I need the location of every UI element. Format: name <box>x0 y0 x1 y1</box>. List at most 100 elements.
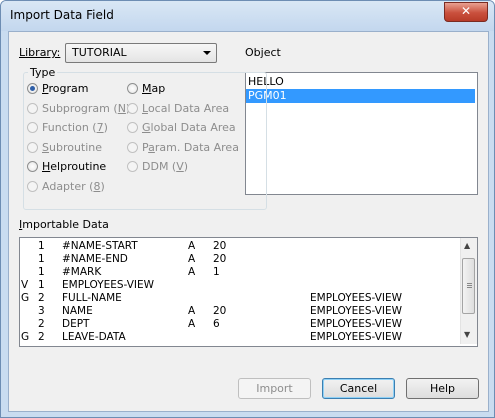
type-option-right-2: Global Data Area <box>142 121 236 134</box>
close-button[interactable]: ✕ <box>444 2 488 22</box>
scroll-up-icon[interactable]: ▲ <box>464 241 470 250</box>
object-list[interactable]: HELLO PGM01 <box>245 72 478 195</box>
cell-length: 20 <box>213 305 227 317</box>
cell-level: 2 <box>38 292 45 304</box>
table-row[interactable]: 1 #NAME-START A 20 <box>20 240 460 253</box>
cell-view: EMPLOYEES-VIEW <box>310 292 403 304</box>
type-group-label: Type <box>28 66 58 79</box>
library-label-text: Library: <box>19 46 61 59</box>
cell-flag: G <box>21 292 30 304</box>
radio-right-1-icon <box>127 102 138 114</box>
radio-left-1-icon <box>27 102 38 114</box>
radio-left-3-icon <box>27 141 38 153</box>
cell-name: #MARK <box>62 266 102 278</box>
type-option-mnemonic: S <box>42 140 49 154</box>
type-option-right-4: DDM (V) <box>142 160 188 173</box>
cell-level: 1 <box>38 253 45 265</box>
type-option-text: DDM ( <box>142 160 177 173</box>
type-option-text: Function ( <box>42 121 97 134</box>
help-button[interactable]: Help <box>406 378 479 399</box>
dialog-body: Library: TUTORIAL Object HELLO PGM01 Typ… <box>8 31 489 412</box>
scrollbar-thumb[interactable] <box>462 258 475 314</box>
type-option-text: ram. Data Area <box>154 140 239 154</box>
cell-length: 20 <box>213 240 227 252</box>
type-option-mnemonic: 7 <box>96 121 104 134</box>
library-value: TUTORIAL <box>72 46 127 59</box>
table-row[interactable]: G 2 FULL-NAME EMPLOYEES-VIEW <box>20 292 460 305</box>
type-option-mnemonic: G <box>142 121 151 134</box>
radio-left-5-icon <box>27 180 38 192</box>
type-option-text: lobal Data Area <box>150 121 236 134</box>
type-option-text: Adapter ( <box>42 179 94 193</box>
type-option-left-4[interactable]: Helproutine <box>42 160 106 173</box>
library-label: Library: <box>19 46 60 59</box>
cell-format: A <box>188 318 196 330</box>
cancel-button[interactable]: Cancel <box>322 378 395 399</box>
type-option-left-2: Function (7) <box>42 121 108 134</box>
radio-left-0-icon[interactable] <box>27 83 38 94</box>
import-button[interactable]: Import <box>238 378 311 399</box>
dialog-title: Import Data Field <box>10 8 114 22</box>
object-item-hello[interactable]: HELLO <box>246 75 475 89</box>
grip-line <box>467 287 472 288</box>
cell-view: EMPLOYEES-VIEW <box>310 318 403 330</box>
grip-line <box>467 283 472 284</box>
library-combobox[interactable]: TUTORIAL <box>65 43 217 63</box>
type-option-text: ocal Data Area <box>147 101 230 115</box>
vertical-scrollbar[interactable]: ▲ ▼ <box>460 238 477 344</box>
object-label: Object <box>245 46 281 59</box>
radio-left-4-icon[interactable] <box>27 161 38 172</box>
importable-data-label-rest: mportable Data <box>22 218 109 231</box>
cell-level: 1 <box>38 266 45 278</box>
type-option-right-1: Local Data Area <box>142 102 229 115</box>
type-option-text: ) <box>100 179 105 193</box>
type-option-text: Subprogram ( <box>42 101 118 115</box>
type-option-text: ubroutine <box>48 140 103 154</box>
type-option-text: rogram <box>48 82 89 95</box>
importable-data-list[interactable]: 1 #NAME-START A 20 1 #NAME-END A 20 1 #MARK A 1 V 1 EM… <box>19 237 478 347</box>
cell-flag: G <box>21 331 30 343</box>
table-row[interactable]: 2 DEPT A 6 EMPLOYEES-VIEW <box>20 318 460 331</box>
chevron-down-icon <box>203 51 211 55</box>
cell-format: A <box>188 266 196 278</box>
table-row[interactable]: 1 #MARK A 1 <box>20 266 460 279</box>
cell-level: 2 <box>38 331 45 343</box>
table-row[interactable]: V 1 EMPLOYEES-VIEW <box>20 279 460 292</box>
cell-name: LEAVE-DATA <box>62 331 126 343</box>
radio-right-4-icon <box>127 161 138 172</box>
cell-name: #NAME-END <box>62 253 128 265</box>
cell-length: 20 <box>213 253 227 265</box>
table-row[interactable]: 3 NAME A 20 EMPLOYEES-VIEW <box>20 305 460 318</box>
type-option-mnemonic: N <box>117 101 126 115</box>
radio-right-0-icon[interactable] <box>127 83 138 94</box>
importable-data-label: Importable Data <box>19 218 109 231</box>
type-option-right-3: Param. Data Area <box>142 141 239 154</box>
cell-level: 1 <box>38 279 45 291</box>
type-option-mnemonic: a <box>148 140 155 154</box>
radio-right-2-icon <box>127 122 138 133</box>
type-option-text: ) <box>183 160 189 173</box>
type-option-left-0[interactable]: Program <box>42 82 88 95</box>
type-option-left-3: Subroutine <box>42 141 102 154</box>
cell-level: 3 <box>38 305 45 317</box>
cell-name: #NAME-START <box>62 240 138 252</box>
type-option-left-5: Adapter (8) <box>42 180 105 193</box>
title-bar[interactable]: Import Data Field ✕ <box>1 1 494 31</box>
cell-name: EMPLOYEES-VIEW <box>62 279 155 291</box>
cell-length: 6 <box>213 318 220 330</box>
cell-name: NAME <box>62 305 93 317</box>
type-option-text: ) <box>103 121 108 134</box>
type-option-text: ap <box>151 82 166 95</box>
type-option-left-1: Subprogram (N) <box>42 102 130 115</box>
scroll-down-icon[interactable]: ▼ <box>464 330 470 339</box>
radio-right-3-icon <box>127 141 138 153</box>
cell-format: A <box>188 253 196 265</box>
cell-format: A <box>188 305 196 317</box>
table-row[interactable]: G 2 LEAVE-DATA EMPLOYEES-VIEW <box>20 331 460 344</box>
type-option-right-0[interactable]: Map <box>142 82 165 95</box>
cell-flag: V <box>21 279 29 291</box>
cell-level: 2 <box>38 318 45 330</box>
table-row[interactable]: 1 #NAME-END A 20 <box>20 253 460 266</box>
object-item-pgm01[interactable]: PGM01 <box>246 89 475 103</box>
cell-length: 1 <box>213 266 220 278</box>
